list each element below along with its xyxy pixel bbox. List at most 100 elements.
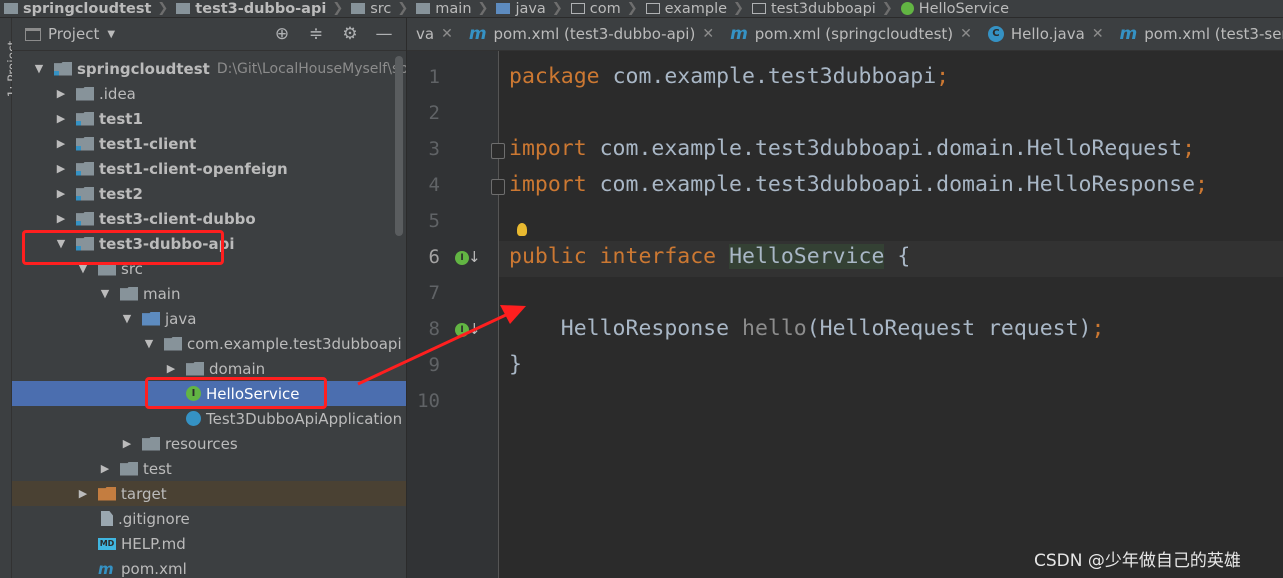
code-token: (HelloRequest request) <box>806 316 1092 341</box>
editor-tab[interactable]: m pom.xml (test3-dubbo-api) ✕ <box>460 18 721 50</box>
breadcrumb-item[interactable]: main ❯ <box>412 1 492 17</box>
tree-item[interactable]: ▶ test2 <box>12 181 406 206</box>
breadcrumb-label: test3-dubbo-api <box>195 0 327 17</box>
expand-right-icon[interactable]: ▶ <box>56 87 66 100</box>
breadcrumb-item[interactable]: springcloudtest ❯ <box>0 1 172 17</box>
close-icon[interactable]: ✕ <box>960 26 972 42</box>
code-token: HelloService <box>729 244 885 269</box>
breadcrumb-item[interactable]: test3dubboapi ❯ <box>748 1 897 17</box>
expand-right-icon[interactable]: ▶ <box>56 212 66 225</box>
expand-down-icon[interactable]: ▼ <box>100 287 110 300</box>
expand-right-icon[interactable]: ▶ <box>56 137 66 150</box>
tree-item[interactable]: ▼ com.example.test3dubboapi <box>12 331 406 356</box>
line-number: 6 <box>428 246 440 268</box>
breadcrumb-item[interactable]: src ❯ <box>347 1 412 17</box>
code-editor[interactable] <box>499 51 1283 578</box>
breadcrumb-separator-icon: ❯ <box>157 1 169 16</box>
expand-down-icon[interactable]: ▼ <box>122 312 132 325</box>
breadcrumb-item[interactable]: HelloService <box>897 1 1009 17</box>
expand-right-icon[interactable]: ▶ <box>100 462 110 475</box>
module-folder-icon <box>76 211 94 226</box>
code-line: import com.example.test3dubboapi.domain.… <box>509 136 1195 161</box>
breadcrumb-item[interactable]: example ❯ <box>642 1 748 17</box>
tree-item[interactable]: ▶ test <box>12 456 406 481</box>
expand-right-icon[interactable]: ▶ <box>56 187 66 200</box>
tree-item-label: test <box>143 459 172 478</box>
fold-icon[interactable] <box>491 179 505 195</box>
tree-item[interactable]: ▼ java <box>12 306 406 331</box>
close-icon[interactable]: ✕ <box>702 26 714 42</box>
tree-item[interactable]: ▶Test3DubboApiApplication <box>12 406 406 431</box>
tree-item-label: pom.xml <box>121 559 187 578</box>
editor-tab[interactable]: va ✕ <box>407 18 460 50</box>
markdown-icon: MD <box>98 537 116 550</box>
tree-item[interactable]: ▶.gitignore <box>12 506 406 531</box>
tree-item[interactable]: ▶ .idea <box>12 81 406 106</box>
expand-down-icon[interactable]: ▼ <box>34 62 44 75</box>
package-icon <box>164 336 182 351</box>
chevron-down-icon[interactable]: ▼ <box>107 29 115 40</box>
tree-item[interactable]: ▶ resources <box>12 431 406 456</box>
editor-tab[interactable]: m pom.xml (test3-serve <box>1111 18 1283 50</box>
editor-tab[interactable]: C Hello.java ✕ <box>979 18 1111 50</box>
package-icon <box>570 3 585 14</box>
tree-item[interactable]: ▼ springcloudtest D:\Git\LocalHouseMyself\… <box>12 56 406 81</box>
gear-icon[interactable]: ⚙ <box>340 24 360 44</box>
breadcrumb-item[interactable]: java ❯ <box>492 1 566 17</box>
resources-folder-icon <box>142 436 160 451</box>
breadcrumb-label: springcloudtest <box>23 0 152 17</box>
project-icon <box>25 27 41 41</box>
module-folder-icon <box>76 111 94 126</box>
code-token: com.example.test3dubboapi <box>612 64 937 89</box>
arrow-down-icon[interactable]: ↓ <box>468 248 481 266</box>
tree-item-label: test2 <box>99 184 143 203</box>
breadcrumb-label: main <box>435 0 472 17</box>
tree-item[interactable]: ▶mpom.xml <box>12 556 406 578</box>
interface-icon <box>900 2 914 15</box>
tree-item[interactable]: ▶ target <box>12 481 406 506</box>
arrow-down-icon[interactable]: ↓ <box>468 320 481 338</box>
line-number: 8 <box>428 318 440 340</box>
tool-window-rail: 1: Project <box>0 18 19 578</box>
code-line: import com.example.test3dubboapi.domain.… <box>509 172 1208 197</box>
editor-tab[interactable]: m pom.xml (springcloudtest) ✕ <box>721 18 979 50</box>
breadcrumb-label: example <box>664 0 728 17</box>
minimize-icon[interactable]: — <box>374 24 394 44</box>
breadcrumb-item[interactable]: test3-dubbo-api ❯ <box>172 1 347 17</box>
tree-item-label: test1 <box>99 109 143 128</box>
close-icon[interactable]: ✕ <box>1092 26 1104 42</box>
expand-right-icon[interactable]: ▶ <box>166 362 176 375</box>
tree-item[interactable]: ▶ test1 <box>12 106 406 131</box>
lightbulb-icon[interactable] <box>517 223 527 236</box>
tree-item[interactable]: ▶ test1-client-openfeign <box>12 156 406 181</box>
code-line: } <box>509 352 522 377</box>
expand-right-icon[interactable]: ▶ <box>56 112 66 125</box>
close-icon[interactable]: ✕ <box>441 26 453 42</box>
line-number: 2 <box>428 102 440 124</box>
implemented-interface-icon[interactable]: I <box>455 251 469 265</box>
tree-item[interactable]: ▶MDHELP.md <box>12 531 406 556</box>
collapse-icon[interactable]: ≑ <box>306 24 326 44</box>
scrollbar[interactable] <box>395 56 403 236</box>
tree-item[interactable]: ▶ test3-client-dubbo <box>12 206 406 231</box>
crosshair-icon[interactable]: ⊕ <box>272 24 292 44</box>
watermark: CSDN @少年做自己的英雄 <box>1034 551 1241 571</box>
expand-right-icon[interactable]: ▶ <box>122 437 132 450</box>
tree-item[interactable]: ▶ test1-client <box>12 131 406 156</box>
expand-right-icon[interactable]: ▶ <box>56 162 66 175</box>
tree-item-label: resources <box>165 434 238 453</box>
package-icon <box>645 3 660 14</box>
breadcrumb-item[interactable]: com ❯ <box>567 1 642 17</box>
breadcrumb-label: src <box>370 0 392 17</box>
code-line: public interface HelloService { <box>509 244 910 269</box>
expand-down-icon[interactable]: ▼ <box>144 337 154 350</box>
tree-item[interactable]: ▼ main <box>12 281 406 306</box>
implemented-method-icon[interactable]: I <box>455 323 469 337</box>
expand-right-icon[interactable]: ▶ <box>78 487 88 500</box>
code-token: com.example.test3dubboapi.domain.HelloRe… <box>599 136 1183 161</box>
tab-label: pom.xml (test3-serve <box>1144 25 1283 43</box>
fold-icon[interactable] <box>491 143 505 159</box>
line-number: 5 <box>428 210 440 232</box>
project-path: D:\Git\LocalHouseMyself\sprin <box>216 60 406 77</box>
project-view-selector[interactable]: Project <box>48 25 99 43</box>
